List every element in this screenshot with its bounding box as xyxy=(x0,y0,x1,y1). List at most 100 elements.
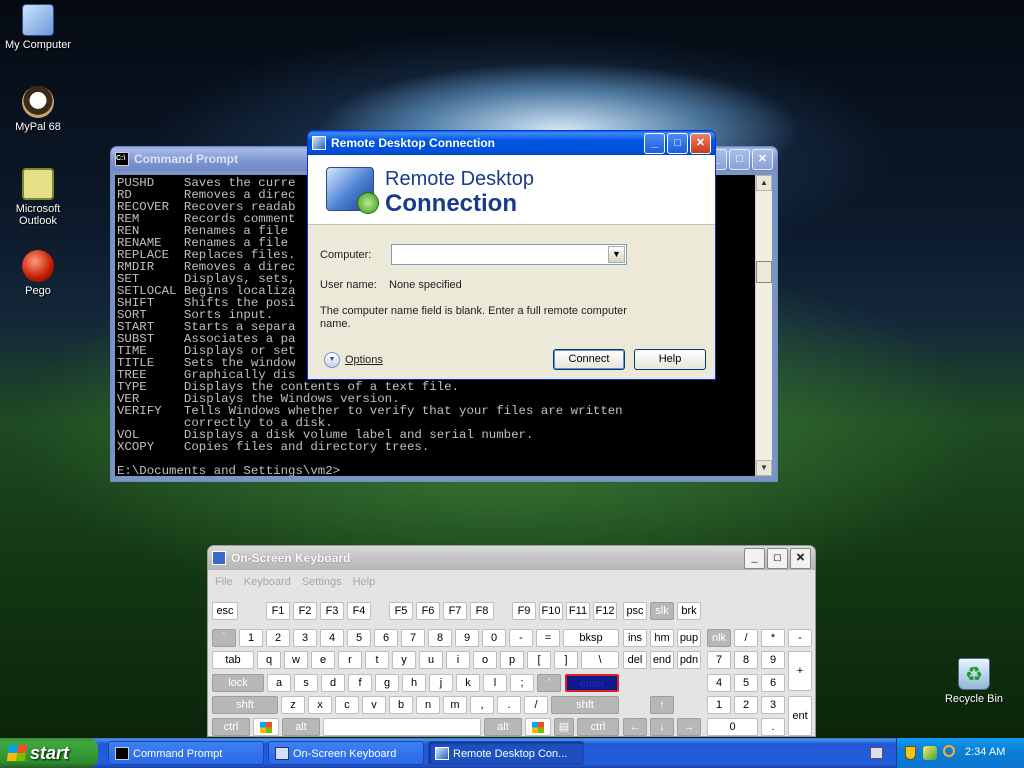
computer-combobox[interactable]: ▼ xyxy=(391,244,627,265)
key-enter[interactable]: enter xyxy=(565,674,619,692)
key-v[interactable]: v xyxy=(362,696,386,714)
key-f11[interactable]: F11 xyxy=(566,602,590,620)
key-asterisk[interactable]: * xyxy=(761,629,785,647)
key-end[interactable]: end xyxy=(650,651,674,669)
key-8[interactable]: 8 xyxy=(428,629,452,647)
key-1[interactable]: 1 xyxy=(239,629,263,647)
key-period[interactable]: . xyxy=(761,718,785,736)
key-g[interactable]: g xyxy=(375,674,399,692)
on-screen-keyboard-window[interactable]: On-Screen Keyboard _ □ ✕ File Keyboard S… xyxy=(207,545,816,737)
key-8[interactable]: 8 xyxy=(734,651,758,669)
connect-button[interactable]: Connect xyxy=(553,349,625,370)
key-ins[interactable]: ins xyxy=(623,629,647,647)
key-q[interactable]: q xyxy=(257,651,281,669)
key-0[interactable]: 0 xyxy=(482,629,506,647)
key-2[interactable]: 2 xyxy=(734,696,758,714)
key-5[interactable]: 5 xyxy=(734,674,758,692)
key-down-arrow[interactable]: ↓ xyxy=(650,718,674,736)
key-f8[interactable]: F8 xyxy=(470,602,494,620)
key-7[interactable]: 7 xyxy=(401,629,425,647)
maximize-button[interactable]: □ xyxy=(667,132,688,154)
scroll-thumb[interactable] xyxy=(756,261,772,283)
key-u[interactable]: u xyxy=(419,651,443,669)
close-button[interactable]: ✕ xyxy=(790,547,811,569)
options-link[interactable]: Options xyxy=(345,354,383,366)
key-f2[interactable]: F2 xyxy=(293,602,317,620)
key-p[interactable]: p xyxy=(500,651,524,669)
key-l[interactable]: l xyxy=(483,674,507,692)
key-0[interactable]: 0 xyxy=(707,718,758,736)
key-4[interactable]: 4 xyxy=(707,674,731,692)
desktop-icon-outlook[interactable]: Microsoft Outlook xyxy=(0,168,76,227)
menu-settings[interactable]: Settings xyxy=(302,576,342,588)
key-backslash[interactable]: \ xyxy=(581,651,619,669)
task-command-prompt[interactable]: Command Prompt xyxy=(108,741,264,765)
chevron-down-icon[interactable]: ▼ xyxy=(608,246,625,263)
key-o[interactable]: o xyxy=(473,651,497,669)
task-remote-desktop[interactable]: Remote Desktop Con... xyxy=(428,741,584,765)
minimize-button[interactable]: _ xyxy=(644,132,665,154)
key-e[interactable]: e xyxy=(311,651,335,669)
key-f5[interactable]: F5 xyxy=(389,602,413,620)
key-i[interactable]: i xyxy=(446,651,470,669)
expand-options-icon[interactable]: ▼ xyxy=(324,352,340,368)
key-pup[interactable]: pup xyxy=(677,629,701,647)
key-1[interactable]: 1 xyxy=(707,696,731,714)
key-7[interactable]: 7 xyxy=(707,651,731,669)
key-y[interactable]: y xyxy=(392,651,416,669)
key-5[interactable]: 5 xyxy=(347,629,371,647)
security-shield-icon[interactable] xyxy=(905,746,916,760)
key-comma[interactable]: , xyxy=(470,696,494,714)
key-h[interactable]: h xyxy=(402,674,426,692)
key-f7[interactable]: F7 xyxy=(443,602,467,620)
desktop-icon-recycle-bin[interactable]: Recycle Bin xyxy=(936,658,1012,705)
close-button[interactable]: ✕ xyxy=(752,148,773,170)
titlebar[interactable]: On-Screen Keyboard _ □ ✕ xyxy=(208,546,815,570)
key-slk[interactable]: slk xyxy=(650,602,674,620)
key-minus[interactable]: - xyxy=(788,629,812,647)
key-up-arrow[interactable]: ↑ xyxy=(650,696,674,714)
key-f12[interactable]: F12 xyxy=(593,602,617,620)
key-a[interactable]: a xyxy=(267,674,291,692)
key-del[interactable]: del xyxy=(623,651,647,669)
network-icon[interactable] xyxy=(923,746,937,760)
computer-input[interactable] xyxy=(392,245,602,264)
key-ent[interactable]: ent xyxy=(788,696,812,736)
key-windows[interactable] xyxy=(525,718,551,736)
scroll-down-arrow[interactable]: ▼ xyxy=(756,460,772,476)
key-minus[interactable]: - xyxy=(509,629,533,647)
key-period[interactable]: . xyxy=(497,696,521,714)
maximize-button[interactable]: □ xyxy=(767,547,788,569)
key-6[interactable]: 6 xyxy=(761,674,785,692)
key-s[interactable]: s xyxy=(294,674,318,692)
language-bar-icon[interactable] xyxy=(870,747,883,759)
key-pdn[interactable]: pdn xyxy=(677,651,701,669)
key-semicolon[interactable]: ; xyxy=(510,674,534,692)
key-x[interactable]: x xyxy=(308,696,332,714)
key-space[interactable] xyxy=(323,718,481,736)
key-f9[interactable]: F9 xyxy=(512,602,536,620)
key-hm[interactable]: hm xyxy=(650,629,674,647)
key-j[interactable]: j xyxy=(429,674,453,692)
key-r[interactable]: r xyxy=(338,651,362,669)
search-icon[interactable] xyxy=(943,745,955,757)
key-z[interactable]: z xyxy=(281,696,305,714)
key-ctrl[interactable]: ctrl xyxy=(577,718,619,736)
key-f[interactable]: f xyxy=(348,674,372,692)
key-windows[interactable] xyxy=(253,718,279,736)
key-esc[interactable]: esc xyxy=(212,602,238,620)
task-on-screen-keyboard[interactable]: On-Screen Keyboard xyxy=(268,741,424,765)
key-shft[interactable]: shft xyxy=(551,696,619,714)
key-alt[interactable]: alt xyxy=(282,718,320,736)
key-k[interactable]: k xyxy=(456,674,480,692)
key-9[interactable]: 9 xyxy=(455,629,479,647)
key-n[interactable]: n xyxy=(416,696,440,714)
start-button[interactable]: start xyxy=(0,738,98,768)
key-2[interactable]: 2 xyxy=(266,629,290,647)
desktop-icon-mypal[interactable]: MyPal 68 xyxy=(0,86,76,133)
help-button[interactable]: Help xyxy=(634,349,706,370)
key-backtick[interactable]: ` xyxy=(212,629,236,647)
key-b[interactable]: b xyxy=(389,696,413,714)
key-nlk[interactable]: nlk xyxy=(707,629,731,647)
clock[interactable]: 2:34 AM xyxy=(965,746,1005,758)
